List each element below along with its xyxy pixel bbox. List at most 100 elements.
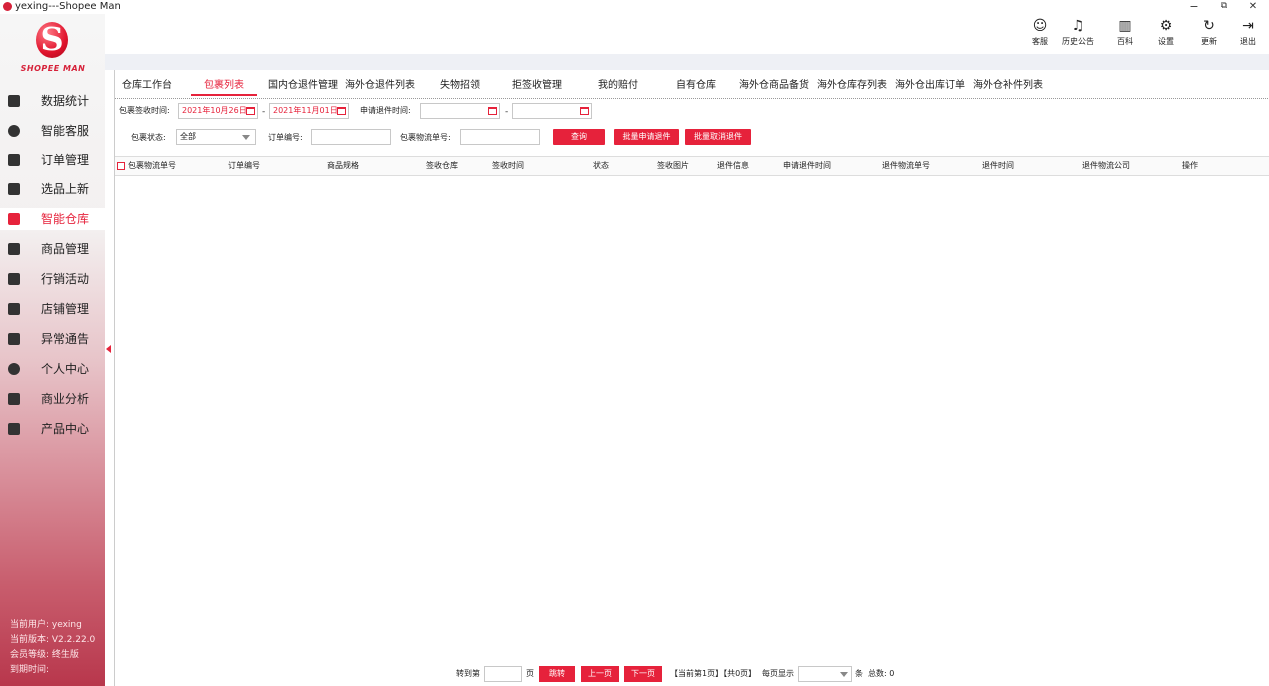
sign-end-date-input[interactable]: 2021年11月01日 — [269, 103, 349, 119]
status-select-value: 全部 — [180, 132, 196, 141]
title-bar: yexing---Shopee Man − ⧉ ✕ — [0, 0, 1269, 14]
batch-cancel-return-button[interactable]: 批量取消退件 — [685, 129, 751, 145]
sign-start-date-input[interactable]: 2021年10月26日 — [178, 103, 258, 119]
sidebar-item-orders[interactable]: 订单管理 — [0, 149, 105, 171]
return-start-date-input[interactable] — [420, 103, 500, 119]
chevron-down-icon — [840, 672, 848, 677]
column-header: 签收时间 — [492, 161, 524, 170]
chevron-down-icon — [242, 135, 250, 140]
select-all-checkbox[interactable] — [117, 162, 125, 170]
column-header: 订单编号 — [228, 161, 260, 170]
sidebar-item-label: 数据统计 — [41, 94, 90, 108]
bag-icon — [8, 243, 20, 255]
column-header: 退件时间 — [982, 161, 1014, 170]
tab-rejected-receipts[interactable]: 拒签收管理 — [504, 76, 570, 96]
query-button[interactable]: 查询 — [553, 129, 605, 145]
sidebar-item-label: 个人中心 — [41, 362, 90, 376]
sidebar-collapse-icon[interactable] — [106, 345, 111, 353]
sidebar-item-product-selection[interactable]: 选品上新 — [0, 178, 105, 200]
tab-overseas-replenish[interactable]: 海外仓补件列表 — [971, 76, 1045, 96]
sign-end-date-value: 2021年11月01日 — [273, 106, 338, 115]
sidebar-item-alerts[interactable]: 异常通告 — [0, 328, 105, 350]
sidebar-item-stores[interactable]: 店铺管理 — [0, 298, 105, 320]
date-separator: - — [262, 107, 266, 117]
sign-start-date-value: 2021年10月26日 — [182, 106, 247, 115]
count-unit-label: 条 — [855, 669, 863, 678]
tab-divider — [115, 98, 1269, 99]
wiki-button[interactable]: ▥ 百科 — [1105, 18, 1145, 52]
column-header: 签收仓库 — [426, 161, 458, 170]
announcements-button[interactable]: ♫ 历史公告 — [1058, 18, 1098, 52]
goto-page-label: 转到第 — [456, 669, 480, 678]
cart-icon — [8, 183, 20, 195]
table-body — [115, 177, 1269, 657]
sidebar-item-personal[interactable]: 个人中心 — [0, 358, 105, 380]
status-select[interactable]: 全部 — [176, 129, 256, 145]
headset-icon: ☺ — [1032, 18, 1048, 34]
tab-warehouse-workbench[interactable]: 仓库工作台 — [119, 76, 175, 96]
announcements-label: 历史公告 — [1062, 37, 1094, 46]
sign-time-label: 包裹签收时间: — [119, 106, 170, 115]
order-number-input[interactable] — [311, 129, 391, 145]
tab-domestic-returns[interactable]: 国内仓退件管理 — [267, 76, 339, 96]
order-number-label: 订单编号: — [268, 133, 303, 142]
next-page-button[interactable]: 下一页 — [624, 666, 662, 682]
tracking-number-input[interactable] — [460, 129, 540, 145]
main-panel: 仓库工作台 包裹列表 国内仓退件管理 海外仓退件列表 失物招领 拒签收管理 我的… — [114, 70, 1269, 686]
settings-label: 设置 — [1158, 37, 1174, 46]
document-icon — [8, 154, 20, 166]
restore-button[interactable]: ⧉ — [1214, 0, 1234, 14]
column-header: 商品规格 — [327, 161, 359, 170]
sidebar-item-product-center[interactable]: 产品中心 — [0, 418, 105, 440]
calendar-icon — [246, 107, 255, 115]
sidebar-item-label: 智能仓库 — [41, 212, 90, 226]
page-status: 【当前第1页】【共0页】 — [670, 669, 757, 678]
settings-button[interactable]: ⚙ 设置 — [1146, 18, 1186, 52]
tab-overseas-outbound[interactable]: 海外仓出库订单 — [893, 76, 967, 96]
sidebar-item-business-analysis[interactable]: 商业分析 — [0, 388, 105, 410]
calendar-icon — [488, 107, 497, 115]
prev-page-button[interactable]: 上一页 — [581, 666, 619, 682]
logout-label: 退出 — [1240, 37, 1256, 46]
tab-overseas-stocking[interactable]: 海外仓商品备货 — [735, 76, 813, 96]
current-version: 当前版本: V2.2.22.0 — [10, 635, 96, 645]
list-icon — [8, 273, 20, 285]
jump-button[interactable]: 跳转 — [539, 666, 575, 682]
column-header: 状态 — [593, 161, 609, 170]
sidebar-item-data-stats[interactable]: 数据统计 — [0, 90, 105, 112]
customer-service-button[interactable]: ☺ 客服 — [1020, 18, 1060, 52]
tab-overseas-inventory[interactable]: 海外仓库存列表 — [815, 76, 889, 96]
calendar-icon — [337, 107, 346, 115]
close-button[interactable]: ✕ — [1243, 0, 1263, 14]
current-user: 当前用户: yexing — [10, 620, 82, 630]
sidebar-item-label: 商品管理 — [41, 242, 90, 256]
update-button[interactable]: ↻ 更新 — [1189, 18, 1229, 52]
tab-package-list[interactable]: 包裹列表 — [191, 76, 257, 96]
sidebar-item-label: 订单管理 — [41, 153, 90, 167]
sidebar-item-marketing[interactable]: 行销活动 — [0, 268, 105, 290]
sidebar-item-smart-warehouse[interactable]: 智能仓库 — [0, 208, 105, 230]
per-page-select[interactable] — [798, 666, 852, 682]
sidebar-item-smart-service[interactable]: 智能客服 — [0, 120, 105, 142]
store-icon — [8, 303, 20, 315]
tab-overseas-returns[interactable]: 海外仓退件列表 — [344, 76, 416, 96]
tab-my-compensation[interactable]: 我的赔付 — [585, 76, 651, 96]
calendar-icon — [580, 107, 589, 115]
return-end-date-input[interactable] — [512, 103, 592, 119]
minimize-button[interactable]: − — [1184, 0, 1204, 14]
brand-logo: S SHOPEE MAN — [20, 20, 86, 88]
goto-page-input[interactable] — [484, 666, 522, 682]
window-title: yexing---Shopee Man — [15, 1, 121, 12]
sidebar: S SHOPEE MAN 数据统计 智能客服 订单管理 选品上新 智能仓库 商品… — [0, 14, 105, 686]
column-header: 包裹物流单号 — [128, 161, 176, 170]
brand-name: SHOPEE MAN — [20, 64, 86, 73]
app-window: yexing---Shopee Man − ⧉ ✕ S SHOPEE MAN 数… — [0, 0, 1269, 686]
logout-button[interactable]: ⇥ 退出 — [1228, 18, 1268, 52]
column-header: 操作 — [1182, 161, 1198, 170]
batch-return-button[interactable]: 批量申请退件 — [614, 129, 679, 145]
app-logo-icon — [3, 2, 12, 11]
tab-lost-and-found[interactable]: 失物招领 — [429, 76, 491, 96]
sidebar-item-products[interactable]: 商品管理 — [0, 238, 105, 260]
tab-own-warehouse[interactable]: 自有仓库 — [665, 76, 727, 96]
column-header: 退件信息 — [717, 161, 749, 170]
